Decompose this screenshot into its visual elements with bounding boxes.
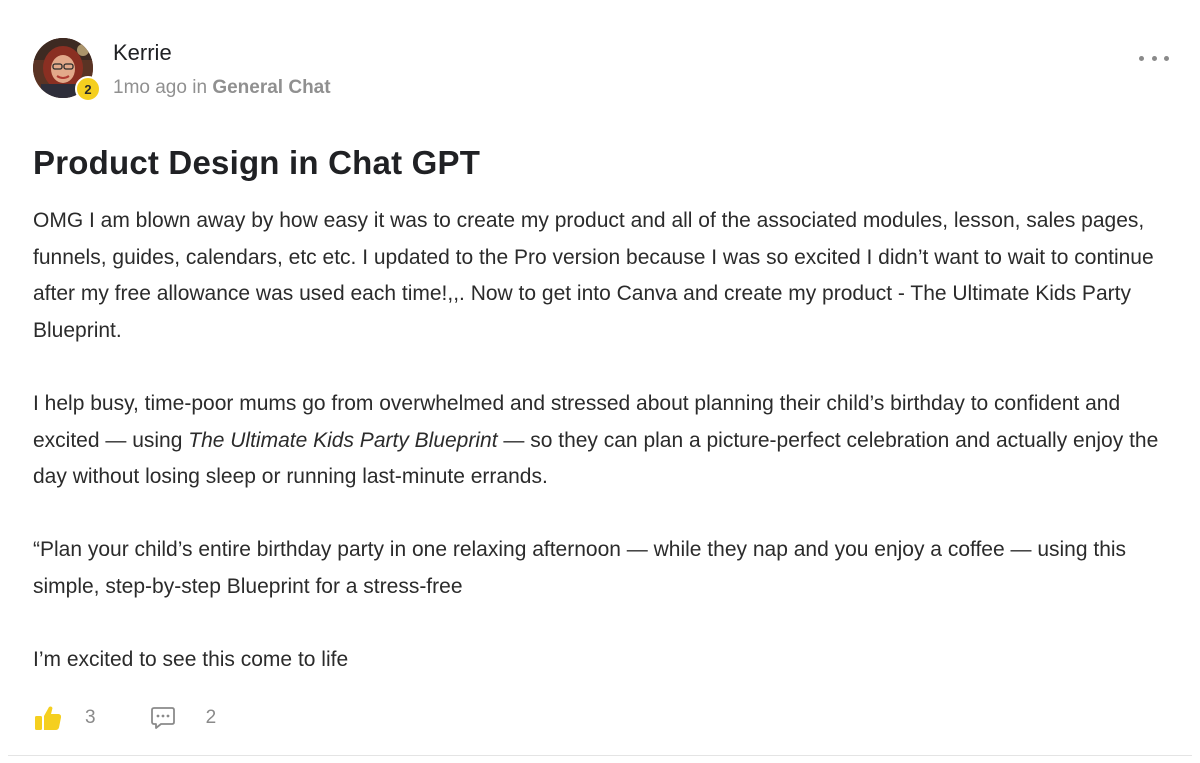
post-meta: 1mo ago in General Chat bbox=[113, 77, 331, 99]
like-button[interactable]: 3 bbox=[33, 703, 96, 733]
post-italic-text: The Ultimate Kids Party Blueprint bbox=[188, 428, 498, 452]
post-header: 2 Kerrie 1mo ago in General Chat bbox=[33, 38, 1173, 102]
post-time: 1mo ago bbox=[113, 77, 187, 98]
comment-count: 2 bbox=[205, 707, 217, 728]
post-actions: 3 2 bbox=[33, 702, 216, 734]
post-meta-in: in bbox=[192, 77, 208, 98]
post-category-link[interactable]: General Chat bbox=[212, 77, 330, 98]
post-paragraph: I help busy, time-poor mums go from over… bbox=[33, 386, 1173, 496]
thumbs-up-icon bbox=[35, 706, 62, 730]
post-paragraph: “Plan your child’s entire birthday party… bbox=[33, 538, 1127, 598]
more-dot bbox=[1164, 55, 1169, 61]
post-card: 2 Kerrie 1mo ago in General Chat Product… bbox=[8, 0, 1192, 756]
post-body: OMG I am blown away by how easy it was t… bbox=[33, 203, 1173, 679]
more-dot bbox=[1139, 55, 1144, 61]
like-count: 3 bbox=[85, 707, 96, 728]
post-paragraph: I’m excited to see this come to life bbox=[33, 648, 349, 672]
post-title: Product Design in Chat GPT bbox=[33, 144, 481, 181]
level-badge: 2 bbox=[75, 76, 101, 102]
comment-button[interactable]: 2 bbox=[150, 705, 217, 731]
post-paragraph: OMG I am blown away by how easy it was t… bbox=[33, 209, 1154, 342]
comment-icon bbox=[150, 707, 175, 729]
more-dot bbox=[1151, 55, 1157, 61]
author-name[interactable]: Kerrie bbox=[113, 40, 172, 66]
more-options-icon[interactable] bbox=[1139, 48, 1169, 68]
